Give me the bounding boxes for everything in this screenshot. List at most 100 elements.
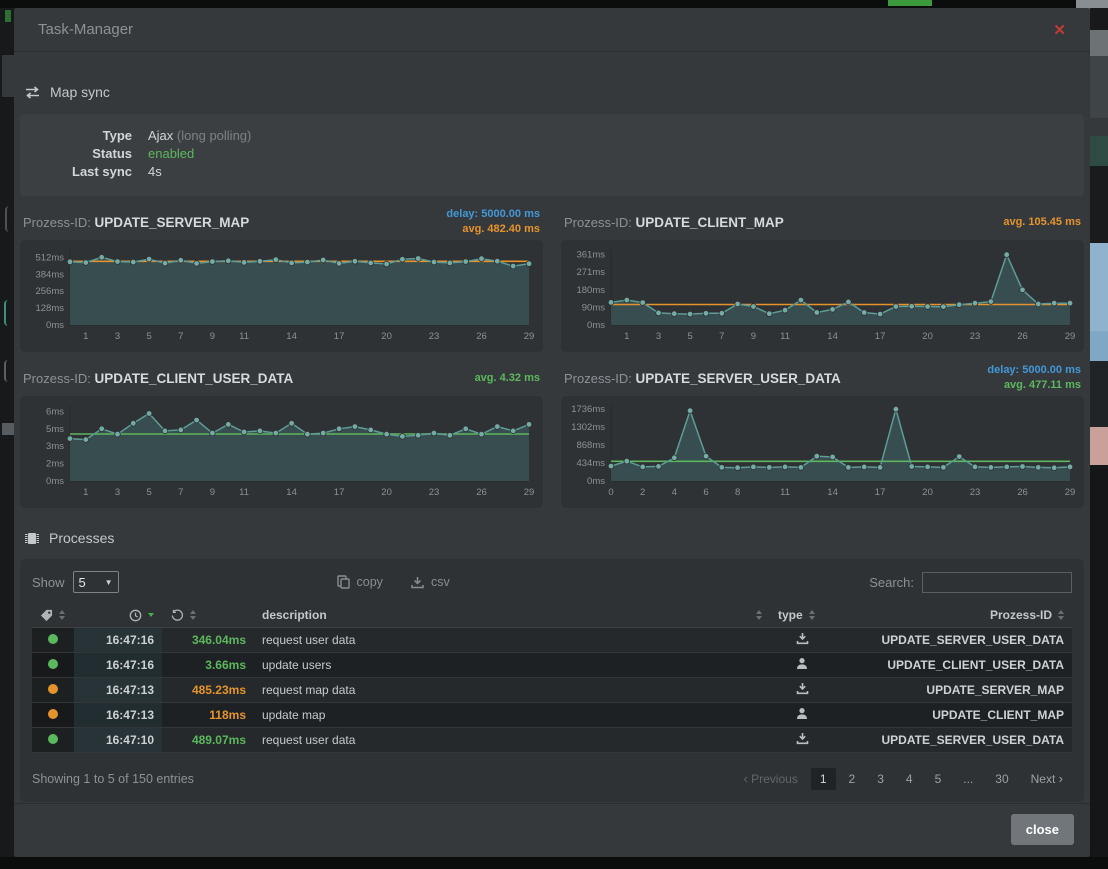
background-page-right: [1090, 8, 1108, 857]
svg-text:20: 20: [381, 331, 392, 342]
csv-label: csv: [431, 575, 450, 589]
svg-text:0ms: 0ms: [587, 320, 605, 331]
task-manager-modal: Task-Manager ✕ Map sync Type Ajax (long …: [14, 8, 1090, 857]
close-button[interactable]: close: [1011, 814, 1074, 845]
process-row[interactable]: 16:47:13485.23msrequest map dataUPDATE_S…: [32, 678, 1072, 703]
svg-text:180ms: 180ms: [576, 285, 605, 296]
column-header-type[interactable]: type: [770, 603, 834, 628]
download-icon: [796, 732, 809, 745]
process-row[interactable]: 16:47:10489.07msrequest user dataUPDATE_…: [32, 728, 1072, 753]
processes-table: description type Proze: [32, 603, 1072, 753]
close-icon[interactable]: ✕: [1053, 21, 1066, 39]
svg-text:23: 23: [970, 331, 981, 342]
svg-text:17: 17: [875, 331, 886, 342]
svg-text:14: 14: [286, 331, 297, 342]
column-header-status[interactable]: [32, 603, 74, 628]
csv-button[interactable]: csv: [411, 575, 450, 589]
process-row[interactable]: 16:47:13118msupdate mapUPDATE_CLIENT_MAP: [32, 703, 1072, 728]
processes-title-label: Processes: [49, 530, 114, 546]
chart-avg-label: avg. 477.11 ms: [987, 378, 1081, 393]
map-sync-status-row: Status enabled: [36, 145, 1068, 163]
status-cell: [32, 678, 74, 703]
pagination-page-1[interactable]: 1: [811, 768, 836, 790]
chart-title: Prozess-ID: UPDATE_CLIENT_USER_DATA: [23, 371, 293, 386]
page-size-select[interactable]: 5 ▼: [73, 571, 119, 593]
chart-panel: 0ms128ms256ms384ms512ms13579111417202326…: [20, 240, 543, 352]
chart-svg: 0ms90ms180ms271ms361ms135791114172023262…: [565, 243, 1080, 347]
svg-text:11: 11: [780, 331, 790, 342]
svg-text:17: 17: [875, 487, 886, 498]
status-dot: [48, 709, 58, 719]
svg-text:5: 5: [687, 331, 692, 342]
type-cell: [770, 728, 834, 753]
history-icon: [170, 609, 184, 622]
copy-label: copy: [357, 575, 383, 589]
chart-title: Prozess-ID: UPDATE_SERVER_MAP: [23, 215, 249, 230]
chart-update-client-map: Prozess-ID: UPDATE_CLIENT_MAP avg. 105.45…: [561, 204, 1084, 352]
svg-text:7: 7: [178, 487, 183, 498]
pagination-next[interactable]: Next ›: [1022, 767, 1072, 790]
svg-text:271ms: 271ms: [576, 267, 605, 278]
map-sync-section-title: Map sync: [24, 84, 1080, 100]
svg-text:20: 20: [922, 331, 933, 342]
description-cell: request map data: [254, 678, 770, 703]
chart-title: Prozess-ID: UPDATE_CLIENT_MAP: [564, 215, 784, 230]
chart-avg-label: avg. 4.32 ms: [475, 371, 540, 386]
table-footer: Showing 1 to 5 of 150 entries ‹ Previous…: [32, 767, 1072, 790]
copy-button[interactable]: copy: [337, 575, 383, 589]
svg-text:1: 1: [83, 331, 88, 342]
pagination-page-3[interactable]: 3: [868, 768, 893, 790]
column-header-duration[interactable]: [162, 603, 254, 628]
chart-stats: delay: 5000.00 msavg. 477.11 ms: [987, 363, 1081, 393]
svg-text:361ms: 361ms: [576, 250, 605, 261]
pagination-previous[interactable]: ‹ Previous: [734, 767, 806, 790]
status-cell: [32, 703, 74, 728]
column-header-time[interactable]: [74, 603, 162, 628]
process-row[interactable]: 16:47:16346.04msrequest user dataUPDATE_…: [32, 628, 1072, 653]
pagination-page-2[interactable]: 2: [840, 768, 865, 790]
svg-text:8: 8: [735, 487, 740, 498]
svg-text:1: 1: [83, 487, 88, 498]
svg-text:6ms: 6ms: [46, 406, 64, 417]
chart-delay-label: delay: 5000.00 ms: [446, 207, 540, 222]
svg-text:3: 3: [656, 331, 661, 342]
pagination-page-...[interactable]: ...: [954, 768, 982, 790]
time-cell: 16:47:16: [74, 628, 162, 653]
sort-icon: [190, 610, 196, 620]
svg-text:17: 17: [334, 331, 345, 342]
svg-text:868ms: 868ms: [576, 440, 605, 451]
svg-text:384ms: 384ms: [35, 269, 64, 280]
map-sync-type-row: Type Ajax (long polling): [36, 127, 1068, 145]
svg-text:23: 23: [429, 331, 440, 342]
pagination-page-5[interactable]: 5: [926, 768, 951, 790]
description-cell: update map: [254, 703, 770, 728]
svg-text:256ms: 256ms: [35, 286, 64, 297]
description-cell: request user data: [254, 628, 770, 653]
svg-text:2ms: 2ms: [46, 459, 64, 470]
pagination-page-30[interactable]: 30: [986, 768, 1017, 790]
svg-text:3: 3: [115, 331, 120, 342]
column-header-description[interactable]: description: [254, 603, 770, 628]
chart-update-server-user-data: Prozess-ID: UPDATE_SERVER_USER_DATAdelay…: [561, 360, 1084, 508]
status-label: Status: [36, 145, 132, 163]
pagination-page-4[interactable]: 4: [897, 768, 922, 790]
map-sync-info-panel: Type Ajax (long polling) Status enabled …: [20, 114, 1084, 196]
last-sync-label: Last sync: [36, 163, 132, 181]
download-icon: [411, 576, 424, 589]
chart-svg: 0ms128ms256ms384ms512ms13579111417202326…: [24, 243, 539, 347]
time-cell: 16:47:16: [74, 653, 162, 678]
chart-svg: 0ms2ms3ms5ms6ms1357911141720232629: [24, 399, 539, 503]
search-input[interactable]: [922, 572, 1072, 593]
time-cell: 16:47:13: [74, 678, 162, 703]
duration-cell: 485.23ms: [162, 678, 254, 703]
chart-avg-label: avg. 105.45 ms: [1003, 215, 1081, 230]
time-cell: 16:47:13: [74, 703, 162, 728]
svg-text:434ms: 434ms: [576, 458, 605, 469]
status-cell: [32, 653, 74, 678]
svg-text:7: 7: [719, 331, 724, 342]
process-row[interactable]: 16:47:163.66msupdate usersUPDATE_CLIENT_…: [32, 653, 1072, 678]
download-icon: [796, 632, 809, 645]
column-header-prozess-id[interactable]: Prozess-ID: [834, 603, 1072, 628]
modal-header: Task-Manager ✕: [14, 8, 1090, 52]
user-icon: [796, 657, 808, 670]
